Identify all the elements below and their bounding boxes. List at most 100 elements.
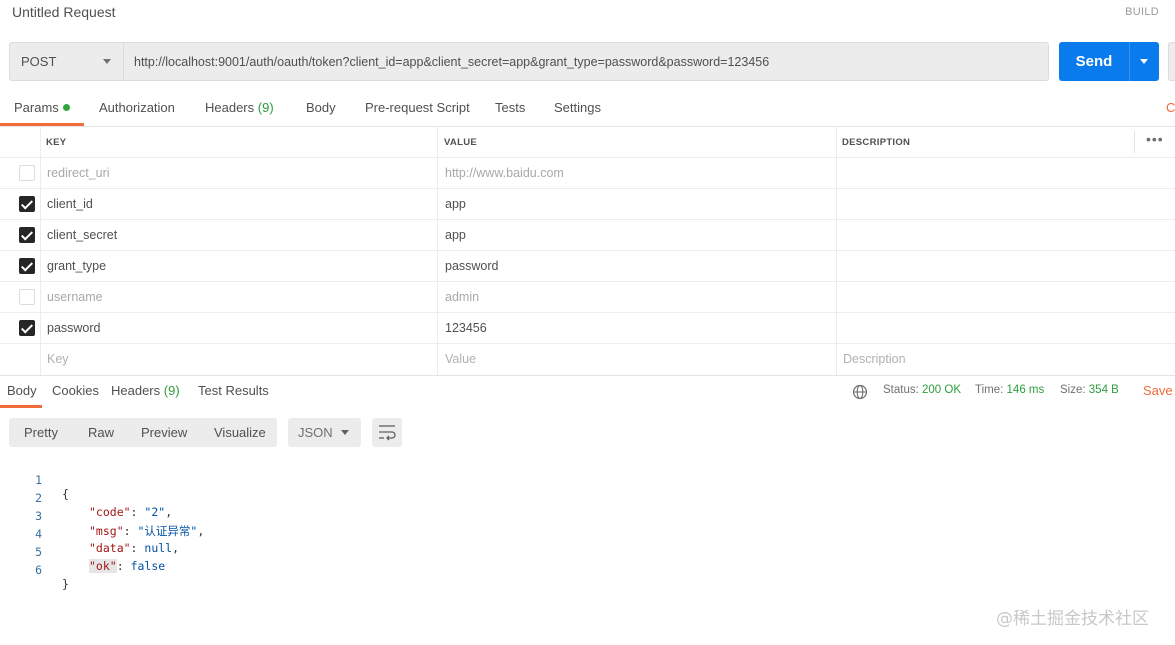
param-value[interactable]: app <box>445 228 466 242</box>
code-line: 1 { <box>0 459 69 501</box>
active-tab-indicator <box>0 405 42 408</box>
size-value: 354 B <box>1088 384 1119 396</box>
chevron-down-icon <box>103 59 111 64</box>
line-number: 1 <box>35 473 42 487</box>
tab-authorization[interactable]: Authorization <box>99 100 175 115</box>
code-text: "data": null, <box>89 541 180 555</box>
row-checkbox[interactable] <box>19 227 35 243</box>
response-tab-test-results[interactable]: Test Results <box>198 383 269 398</box>
save-button[interactable] <box>1168 42 1175 81</box>
globe-icon[interactable] <box>852 384 868 400</box>
row-checkbox[interactable] <box>19 196 35 212</box>
status-info[interactable]: Status: 200 OK <box>883 384 961 396</box>
json-value: "2" <box>144 505 166 519</box>
format-select[interactable]: JSON <box>288 418 361 447</box>
request-title[interactable]: Untitled Request <box>12 4 116 20</box>
param-value[interactable]: password <box>445 259 499 273</box>
build-label[interactable]: BUILD <box>1125 6 1159 18</box>
new-value-input[interactable]: Value <box>445 352 476 366</box>
row-checkbox[interactable] <box>19 320 35 336</box>
params-active-dot <box>62 104 70 111</box>
method-select[interactable]: POST <box>9 42 124 81</box>
status-value: 200 OK <box>922 384 962 396</box>
time-value: 146 ms <box>1006 384 1045 396</box>
table-row[interactable]: password 123456 <box>0 313 1175 344</box>
new-param-row[interactable]: Key Value Description <box>0 344 1175 375</box>
url-input[interactable]: http://localhost:9001/auth/oauth/token?c… <box>124 42 1049 81</box>
table-row[interactable]: grant_type password <box>0 251 1175 282</box>
table-row[interactable]: username admin <box>0 282 1175 313</box>
json-value: "认证异常" <box>137 524 198 538</box>
view-pretty-button[interactable]: Pretty <box>24 425 58 440</box>
new-key-input[interactable]: Key <box>47 352 69 366</box>
response-tab-headers-label: Headers <box>111 383 161 398</box>
cookies-link[interactable]: C <box>1166 100 1175 115</box>
more-options-icon[interactable]: ••• <box>1146 131 1164 147</box>
param-value[interactable]: admin <box>445 290 479 304</box>
watermark: @稀土掘金技术社区 <box>996 609 1149 629</box>
line-number: 4 <box>35 527 42 541</box>
response-tab-headers[interactable]: Headers (9) <box>111 383 180 398</box>
response-tab-cookies[interactable]: Cookies <box>52 383 99 398</box>
json-punct: , <box>197 524 205 538</box>
view-raw-button[interactable]: Raw <box>88 425 114 440</box>
code-line: 4 "data": null, <box>0 513 179 555</box>
response-headers-count: (9) <box>163 383 180 398</box>
param-key[interactable]: grant_type <box>47 259 106 273</box>
code-text: "msg": "认证异常", <box>89 524 205 538</box>
table-row[interactable]: client_secret app <box>0 220 1175 251</box>
tab-prerequest-script[interactable]: Pre-request Script <box>365 100 470 115</box>
time-label: Time: <box>975 384 1004 396</box>
param-key[interactable]: password <box>47 321 101 335</box>
row-checkbox[interactable] <box>19 258 35 274</box>
new-description-input[interactable]: Description <box>843 352 906 366</box>
tab-tests[interactable]: Tests <box>495 100 525 115</box>
json-value: false <box>130 559 166 573</box>
json-punct: , <box>172 541 180 555</box>
divider <box>1134 131 1135 153</box>
code-line: 5 "ok": false <box>0 531 165 573</box>
row-checkbox[interactable] <box>19 289 35 305</box>
param-value[interactable]: app <box>445 197 466 211</box>
code-text: "ok": false <box>89 559 166 573</box>
time-info[interactable]: Time: 146 ms <box>975 384 1044 396</box>
json-key: "data" <box>89 541 131 555</box>
param-key[interactable]: username <box>47 290 103 304</box>
param-value[interactable]: http://www.baidu.com <box>445 166 564 180</box>
response-tab-body[interactable]: Body <box>7 383 37 398</box>
json-punct: , <box>165 505 173 519</box>
line-number: 5 <box>35 545 42 559</box>
table-row[interactable]: client_id app <box>0 189 1175 220</box>
save-response-button[interactable]: Save R <box>1143 383 1175 398</box>
headers-count: (9) <box>257 100 274 115</box>
method-label: POST <box>21 54 57 69</box>
row-checkbox[interactable] <box>19 165 35 181</box>
param-key[interactable]: redirect_uri <box>47 166 110 180</box>
send-button[interactable]: Send <box>1059 42 1129 81</box>
table-row[interactable]: redirect_uri http://www.baidu.com <box>0 158 1175 189</box>
json-key: "msg" <box>89 524 124 538</box>
json-key: "ok" <box>89 559 117 573</box>
tab-headers[interactable]: Headers (9) <box>205 100 274 115</box>
param-value[interactable]: 123456 <box>445 321 487 335</box>
tab-params[interactable]: Params <box>14 100 70 115</box>
view-mode-group: Pretty Raw Preview Visualize <box>9 418 277 447</box>
column-header-description: DESCRIPTION <box>842 137 911 148</box>
tab-headers-label: Headers <box>205 100 255 115</box>
code-text: { <box>62 487 69 501</box>
tab-body[interactable]: Body <box>306 100 336 115</box>
param-key[interactable]: client_secret <box>47 228 117 242</box>
view-visualize-button[interactable]: Visualize <box>214 425 266 440</box>
param-key[interactable]: client_id <box>47 197 93 211</box>
format-label: JSON <box>298 425 333 440</box>
wrap-lines-button[interactable] <box>372 418 402 447</box>
column-header-key: KEY <box>46 137 67 148</box>
send-options-button[interactable] <box>1129 42 1159 81</box>
view-preview-button[interactable]: Preview <box>141 425 187 440</box>
params-header-row: KEY VALUE DESCRIPTION ••• <box>0 127 1175 158</box>
size-info[interactable]: Size: 354 B <box>1060 384 1119 396</box>
line-number: 3 <box>35 509 42 523</box>
code-text: } <box>62 577 69 591</box>
tab-settings[interactable]: Settings <box>554 100 601 115</box>
code-text: "code": "2", <box>89 505 173 519</box>
